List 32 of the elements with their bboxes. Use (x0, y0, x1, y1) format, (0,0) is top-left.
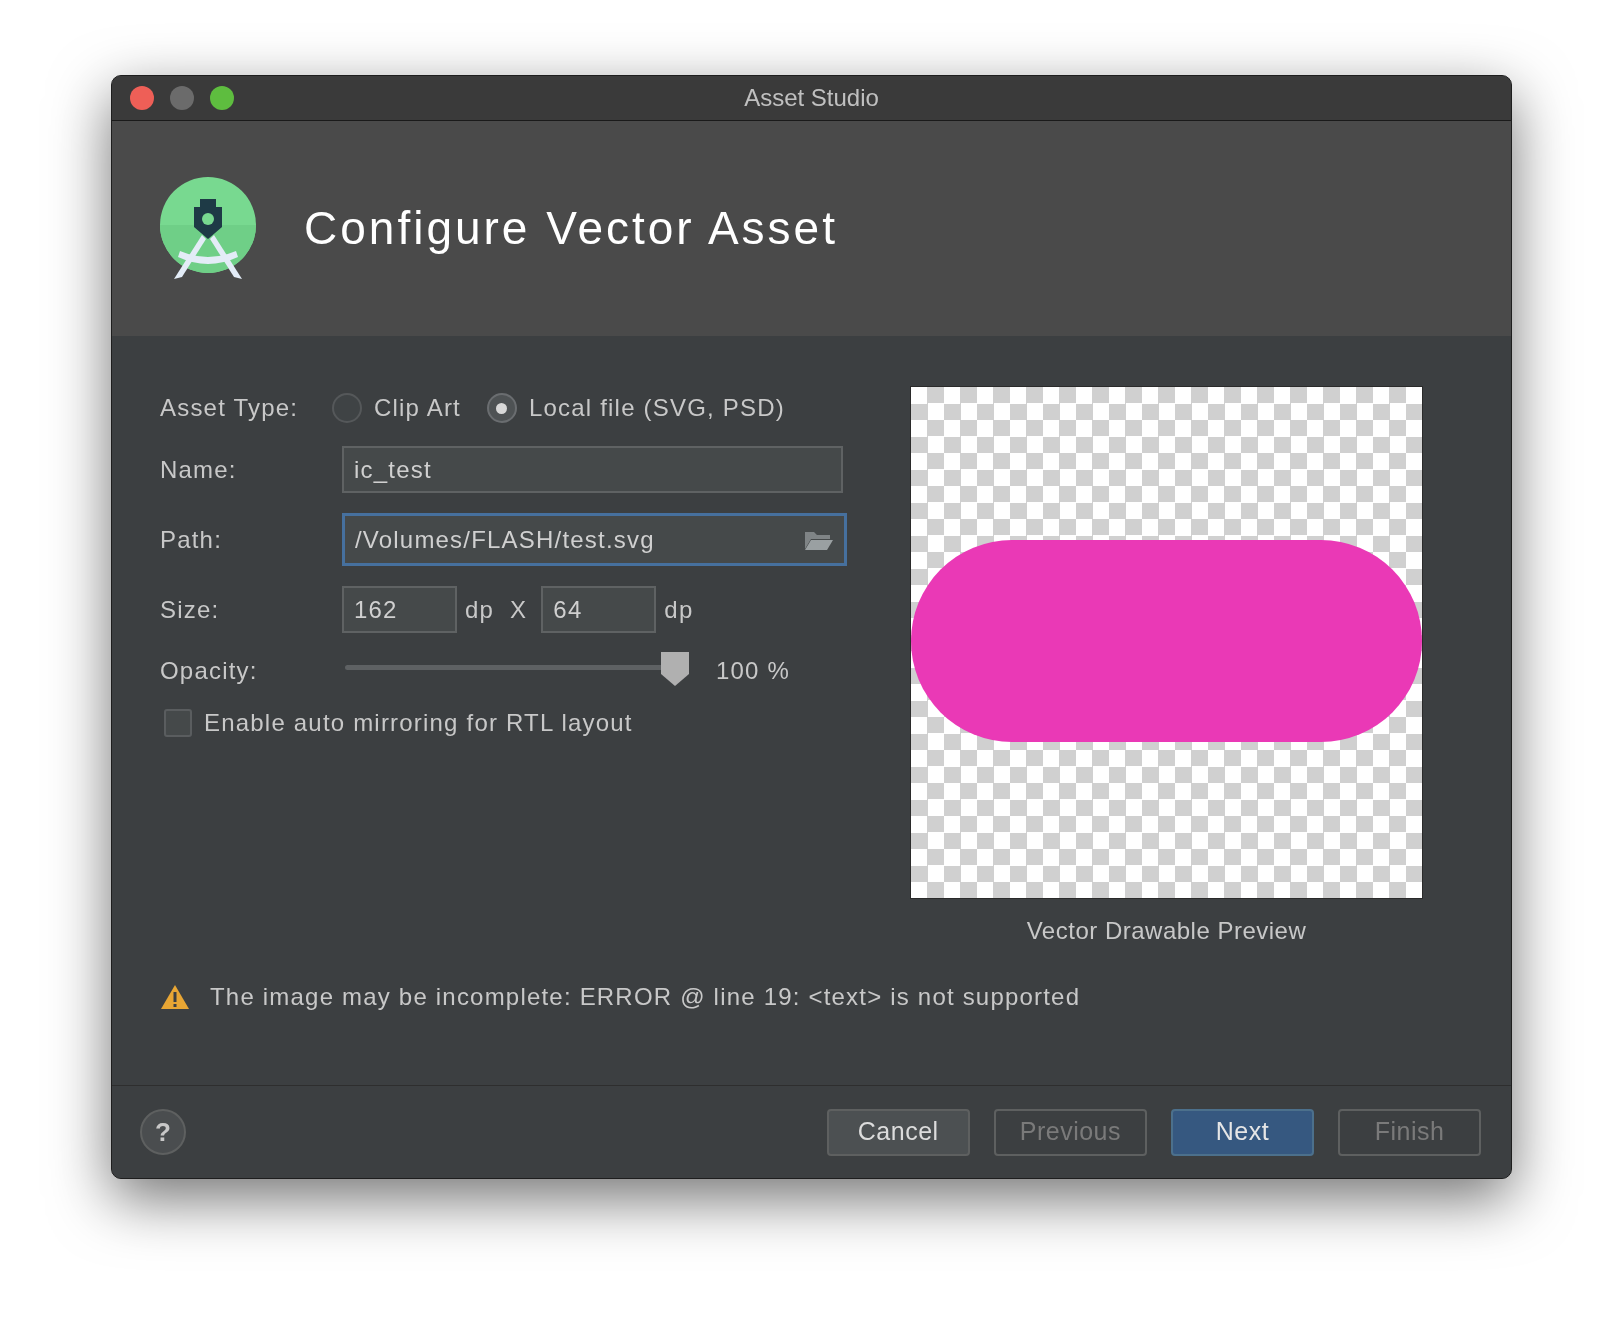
opacity-value: 100 % (716, 656, 791, 686)
checkbox-option[interactable]: Enable auto mirroring for RTL layout (164, 705, 880, 741)
dialog-heading: Configure Vector Asset (304, 201, 838, 256)
unit-label: dp (465, 594, 495, 625)
preview-caption: Vector Drawable Preview (1026, 916, 1307, 946)
field-label: Opacity: (160, 656, 259, 686)
unit-label: dp (664, 594, 694, 625)
slider-thumb[interactable] (660, 651, 690, 687)
field-label: Name: (160, 454, 238, 485)
field-label: Asset Type: (160, 393, 300, 423)
checkbox[interactable] (164, 709, 192, 737)
help-button[interactable]: ? (140, 1109, 186, 1155)
times-label: X (510, 594, 528, 625)
height-field[interactable]: 64 (541, 586, 657, 633)
warning-icon (160, 984, 190, 1010)
width-field[interactable]: 162 (342, 586, 457, 633)
dialog-button[interactable]: Next (1171, 1108, 1314, 1156)
path-field[interactable]: /Volumes/FLASH/test.svg (342, 513, 847, 566)
radio-button[interactable] (332, 393, 362, 423)
dialog-button[interactable]: Cancel (826, 1108, 970, 1156)
window-title: Asset Studio (744, 83, 879, 113)
close-button[interactable] (130, 86, 154, 110)
minimize-button[interactable] (170, 86, 194, 110)
field-label: Size: (160, 594, 221, 625)
warning-message: The image may be incomplete: ERROR @ line 19: <text> is not supported (210, 982, 1081, 1012)
compass-logo-icon (160, 176, 258, 281)
radio-option[interactable]: Clip Art (332, 390, 461, 426)
field-label: Path: (160, 524, 224, 555)
zoom-button[interactable] (210, 86, 234, 110)
radio-button[interactable] (486, 393, 517, 423)
name-field[interactable]: ic_test (342, 446, 843, 493)
radio-option[interactable]: Local file (SVG, PSD) (486, 390, 785, 426)
